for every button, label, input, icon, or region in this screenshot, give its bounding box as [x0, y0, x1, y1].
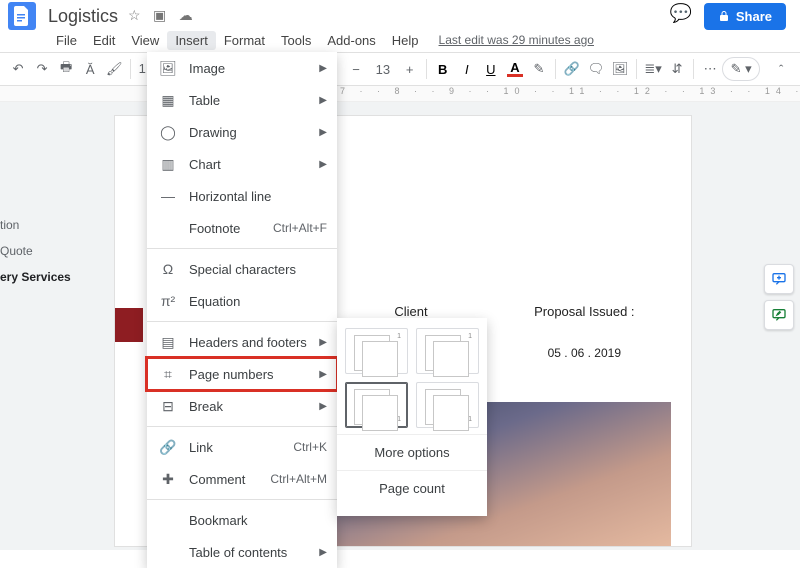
pi-icon: π² — [157, 293, 179, 309]
image-icon: 🖼 — [157, 60, 179, 77]
chart-icon: ▥ — [157, 156, 179, 173]
pagenum-style-top-right[interactable]: 1 — [345, 328, 408, 374]
document-title[interactable]: Logistics — [48, 6, 118, 27]
insert-page-numbers[interactable]: ⌗Page numbers▶ — [147, 358, 337, 390]
highlight-color-button[interactable]: ✎ — [527, 56, 551, 82]
break-icon: ⊟ — [157, 398, 179, 415]
title-bar: Logistics ☆ ▣ ☁ 💬 Share — [0, 0, 800, 28]
submenu-arrow-icon: ▶ — [319, 159, 327, 170]
open-comments-button[interactable]: 💬 — [668, 3, 694, 29]
insert-horizontal-line[interactable]: —Horizontal line — [147, 180, 337, 212]
line-spacing-button[interactable]: ⇵ — [665, 56, 689, 82]
pagenum-style-top-right-skip-first[interactable]: 1 — [416, 328, 479, 374]
spellcheck-icon[interactable]: Ӑ — [78, 56, 102, 82]
italic-button[interactable]: I — [455, 56, 479, 82]
submenu-arrow-icon: ▶ — [319, 127, 327, 138]
star-icon[interactable]: ☆ — [128, 7, 141, 23]
document-outline[interactable]: tion Quote ery Services — [0, 212, 71, 290]
move-icon[interactable]: ▣ — [153, 7, 166, 23]
paint-format-icon[interactable]: 🖌 — [102, 56, 126, 82]
outline-item[interactable]: Quote — [0, 238, 71, 264]
last-edit-link[interactable]: Last edit was 29 minutes ago — [439, 33, 594, 47]
menu-format[interactable]: Format — [216, 31, 273, 50]
insert-link-icon[interactable]: 🔗 — [560, 56, 584, 82]
insert-equation[interactable]: π²Equation — [147, 285, 337, 317]
cloud-status-icon[interactable]: ☁ — [179, 7, 193, 23]
insert-comment[interactable]: ✚CommentCtrl+Alt+M — [147, 463, 337, 495]
collapse-toolbar-button[interactable]: ˆ — [768, 56, 794, 82]
submenu-arrow-icon: ▶ — [319, 401, 327, 412]
pagenum-style-bottom-right-skip-first[interactable]: 1 — [416, 382, 479, 428]
comment-icon: ✚ — [157, 471, 179, 488]
toolbar: ↶ ↷ 🖶 Ӑ 🖌 1 ▾ − 13 + B I U A ✎ 🔗 🗨 🖼 ≣▾ … — [0, 52, 800, 86]
insert-bookmark[interactable]: Bookmark — [147, 504, 337, 536]
menu-tools[interactable]: Tools — [273, 31, 319, 50]
insert-table-of-contents[interactable]: Table of contents▶ — [147, 536, 337, 568]
outline-item[interactable]: tion — [0, 212, 71, 238]
menu-addons[interactable]: Add-ons — [319, 31, 383, 50]
more-toolbar-button[interactable]: ⋯ — [698, 56, 722, 82]
submenu-arrow-icon: ▶ — [319, 63, 327, 74]
insert-break[interactable]: ⊟Break▶ — [147, 390, 337, 422]
insert-headers-footers[interactable]: ▤Headers and footers▶ — [147, 326, 337, 358]
add-comment-fab[interactable] — [764, 264, 794, 294]
menu-edit[interactable]: Edit — [85, 31, 123, 50]
menu-view[interactable]: View — [123, 31, 167, 50]
insert-image[interactable]: 🖼Image▶ — [147, 52, 337, 84]
decorative-bar — [115, 308, 143, 342]
insert-dropdown: 🖼Image▶ ▦Table▶ ◯Drawing▶ ▥Chart▶ —Horiz… — [147, 52, 337, 568]
horizontal-ruler[interactable]: 7 · · 8 · · 9 · · 10 · · 11 · · 12 · · 1… — [0, 86, 800, 102]
pagenumber-icon: ⌗ — [157, 366, 179, 383]
title-icon-group: ☆ ▣ ☁ — [124, 7, 197, 25]
table-icon: ▦ — [157, 92, 179, 109]
drawing-icon: ◯ — [157, 124, 179, 141]
align-button[interactable]: ≣▾ — [641, 56, 665, 82]
page-numbers-submenu: 1 1 1 1 More options Page count — [337, 318, 487, 516]
submenu-arrow-icon: ▶ — [319, 369, 327, 380]
insert-image-icon[interactable]: 🖼 — [608, 56, 632, 82]
insert-chart[interactable]: ▥Chart▶ — [147, 148, 337, 180]
insert-footnote[interactable]: FootnoteCtrl+Alt+F — [147, 212, 337, 244]
font-size-field[interactable]: 13 — [368, 62, 398, 77]
fontsize-decrement[interactable]: − — [344, 56, 368, 82]
header-icon: ▤ — [157, 334, 179, 351]
col-header: Proposal Issued : — [498, 304, 671, 319]
undo-icon[interactable]: ↶ — [6, 56, 30, 82]
share-button[interactable]: Share — [704, 3, 786, 30]
col-header: Client — [324, 304, 497, 319]
lock-icon — [718, 10, 730, 22]
insert-drawing[interactable]: ◯Drawing▶ — [147, 116, 337, 148]
fontsize-increment[interactable]: + — [398, 56, 422, 82]
menu-insert[interactable]: Insert — [167, 31, 216, 50]
text-color-button[interactable]: A — [503, 56, 527, 82]
insert-special-characters[interactable]: ΩSpecial characters — [147, 253, 337, 285]
redo-icon[interactable]: ↷ — [30, 56, 54, 82]
pagenum-more-options[interactable]: More options — [337, 434, 487, 470]
cell: 05 . 06 . 2019 — [498, 344, 671, 380]
menu-file[interactable]: File — [48, 31, 85, 50]
pagenum-page-count[interactable]: Page count — [337, 470, 487, 506]
suggest-edits-fab[interactable] — [764, 300, 794, 330]
insert-comment-icon[interactable]: 🗨 — [584, 56, 608, 82]
bold-button[interactable]: B — [431, 56, 455, 82]
print-icon[interactable]: 🖶 — [54, 56, 78, 82]
outline-item[interactable]: ery Services — [0, 264, 71, 290]
pagenum-style-bottom-right[interactable]: 1 — [345, 382, 408, 428]
underline-button[interactable]: U — [479, 56, 503, 82]
menu-bar: File Edit View Insert Format Tools Add-o… — [0, 28, 800, 52]
submenu-arrow-icon: ▶ — [319, 337, 327, 348]
docs-logo-icon[interactable] — [8, 2, 36, 30]
submenu-arrow-icon: ▶ — [319, 95, 327, 106]
menu-help[interactable]: Help — [384, 31, 427, 50]
editing-mode-button[interactable]: ✎ ▾ — [722, 57, 760, 81]
insert-table[interactable]: ▦Table▶ — [147, 84, 337, 116]
submenu-arrow-icon: ▶ — [319, 547, 327, 558]
insert-link[interactable]: 🔗LinkCtrl+K — [147, 431, 337, 463]
omega-icon: Ω — [157, 261, 179, 277]
hline-icon: — — [157, 188, 179, 204]
share-label: Share — [736, 9, 772, 24]
link-icon: 🔗 — [157, 439, 179, 456]
